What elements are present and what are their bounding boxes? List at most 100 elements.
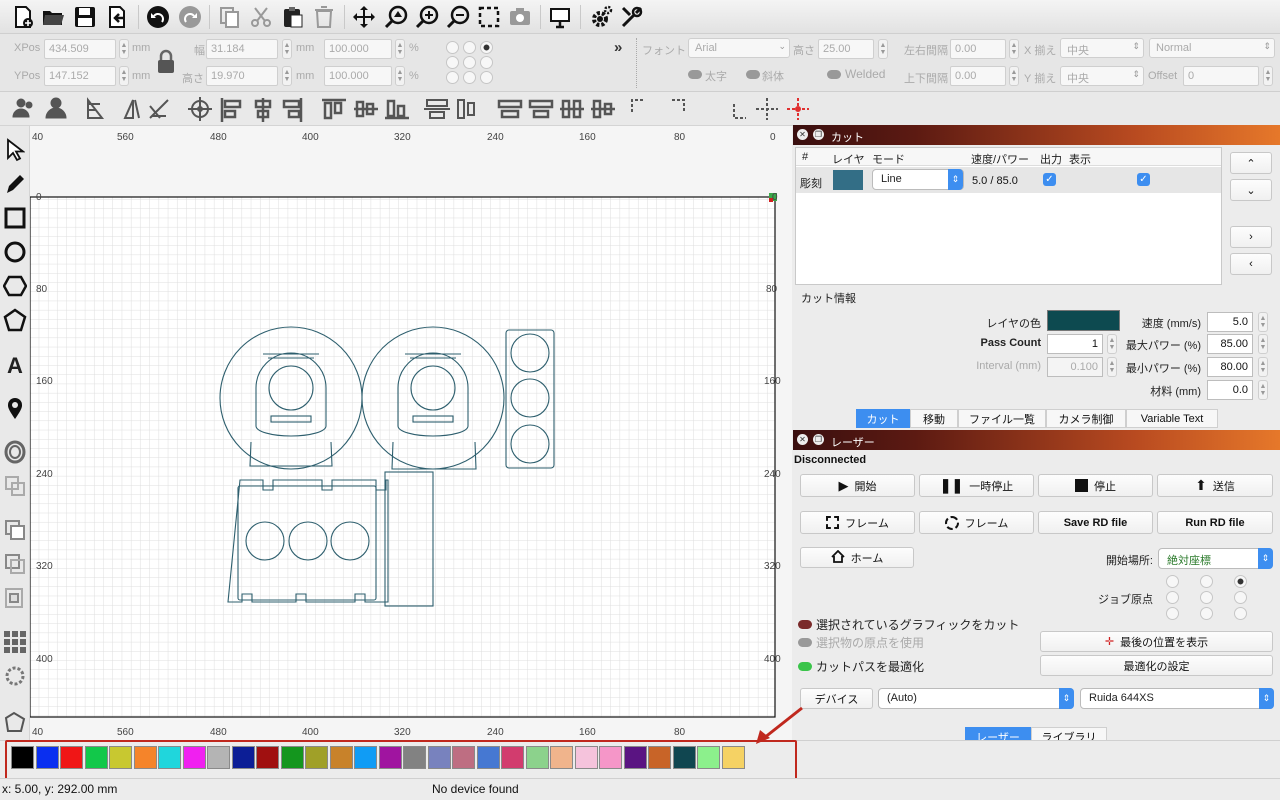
settings-gears-icon[interactable] [588, 4, 614, 30]
zoom-in-icon[interactable] [414, 4, 440, 30]
min-power-stepper[interactable]: ▲ ▼ [1258, 357, 1268, 377]
tab-move[interactable]: 移動 [910, 409, 958, 428]
show-last-position-button[interactable]: ✛ 最後の位置を表示 [1040, 631, 1273, 652]
font-height-stepper[interactable]: ▲ ▼ [878, 39, 888, 59]
circular-array-icon[interactable] [2, 662, 28, 690]
layer-right-button[interactable]: › [1230, 226, 1272, 248]
palette-color-swatch[interactable] [427, 746, 451, 769]
scale-width-field[interactable]: 100.000 [324, 39, 392, 59]
palette-color-swatch[interactable] [35, 746, 59, 769]
polygon-tool-icon[interactable] [2, 272, 28, 300]
move-icon[interactable] [351, 4, 377, 30]
palette-color-swatch[interactable] [256, 746, 279, 769]
interval-field[interactable]: 0.100 [1047, 357, 1103, 377]
palette-color-swatch[interactable] [697, 746, 720, 769]
welded-toggle[interactable] [827, 70, 841, 79]
palette-color-swatch[interactable] [378, 746, 402, 769]
palette-color-swatch[interactable] [84, 746, 108, 769]
palette-color-swatch[interactable] [672, 746, 696, 769]
job-origin-tr[interactable] [1234, 575, 1247, 588]
palette-color-swatch[interactable] [574, 746, 598, 769]
output-checkbox[interactable]: ✓ [1043, 173, 1056, 186]
vspace-stepper[interactable]: ▲ ▼ [1009, 66, 1019, 86]
palette-color-swatch[interactable] [623, 746, 647, 769]
palette-color-swatch[interactable] [550, 746, 573, 769]
boolean-union-icon[interactable] [2, 516, 28, 544]
weld-icon[interactable] [2, 472, 28, 500]
device-model-select[interactable]: Ruida 644XS ⇕ [1080, 688, 1274, 709]
max-power-stepper[interactable]: ▲ ▼ [1258, 334, 1268, 354]
font-height-field[interactable]: 25.00 [818, 39, 874, 59]
width-field[interactable]: 31.184 [206, 39, 278, 59]
palette-color-swatch[interactable] [231, 746, 255, 769]
palette-color-swatch[interactable] [721, 746, 745, 769]
job-origin-tc[interactable] [1200, 575, 1213, 588]
position-pin-icon[interactable] [2, 394, 28, 422]
ellipse-tool-icon[interactable] [2, 238, 28, 266]
italic-toggle[interactable] [746, 70, 760, 79]
monitor-icon[interactable] [547, 4, 573, 30]
anchor-top-center[interactable] [463, 41, 476, 54]
palette-color-swatch[interactable] [452, 746, 475, 769]
palette-color-swatch[interactable] [354, 746, 377, 769]
anchor-bottom-center[interactable] [463, 71, 476, 84]
node-edit-icon[interactable] [2, 708, 28, 736]
send-button[interactable]: ⬆ 送信 [1157, 474, 1273, 497]
offset-shape-icon[interactable] [2, 438, 28, 466]
lock-ratio-icon[interactable] [154, 48, 178, 76]
xpos-field[interactable]: 434.509 [44, 39, 116, 59]
layer-color-box[interactable] [1047, 310, 1120, 331]
frame-rect-button[interactable]: フレーム [800, 511, 915, 534]
cut-scissors-icon[interactable] [248, 4, 274, 30]
speed-field[interactable]: 5.0 [1207, 312, 1253, 332]
yalign-select[interactable]: 中央 ⇕ [1060, 66, 1144, 86]
material-stepper[interactable]: ▲ ▼ [1258, 380, 1268, 400]
xalign-select[interactable]: 中央 ⇕ [1060, 38, 1144, 58]
layer-left-button[interactable]: ‹ [1230, 253, 1272, 275]
offset-field[interactable]: 0 [1183, 66, 1259, 86]
job-origin-bl[interactable] [1166, 607, 1179, 620]
ypos-stepper[interactable]: ▲ ▼ [119, 66, 129, 86]
palette-color-swatch[interactable] [476, 746, 500, 769]
speed-stepper[interactable]: ▲ ▼ [1258, 312, 1268, 332]
palette-color-swatch[interactable] [133, 746, 157, 769]
anchor-mid-left[interactable] [446, 56, 459, 69]
close-icon[interactable]: ✕ [797, 434, 808, 445]
palette-color-swatch[interactable] [182, 746, 206, 769]
job-origin-c[interactable] [1200, 591, 1213, 604]
select-arrow-icon[interactable] [2, 136, 28, 164]
start-button[interactable]: ▶ 開始 [800, 474, 915, 497]
zoom-out-icon[interactable] [445, 4, 471, 30]
open-folder-icon[interactable] [40, 4, 66, 30]
layer-color-swatch[interactable] [833, 170, 863, 190]
layer-up-button[interactable]: ⌃ [1230, 152, 1272, 174]
design-canvas[interactable]: 40 560 480 400 320 240 160 80 0 40 560 4… [30, 126, 792, 740]
pause-button[interactable]: ❚❚ 一時停止 [919, 474, 1034, 497]
max-power-field[interactable]: 85.00 [1207, 334, 1253, 354]
delete-icon[interactable] [311, 4, 337, 30]
palette-color-swatch[interactable] [599, 746, 622, 769]
height-stepper[interactable]: ▲ ▼ [282, 66, 292, 86]
palette-color-swatch[interactable] [280, 746, 304, 769]
new-file-icon[interactable] [10, 4, 36, 30]
job-origin-bc[interactable] [1200, 607, 1213, 620]
palette-color-swatch[interactable] [403, 746, 426, 769]
show-checkbox[interactable]: ✓ [1137, 173, 1150, 186]
palette-color-swatch[interactable] [11, 746, 34, 769]
use-origin-toggle[interactable] [798, 638, 812, 647]
stop-button[interactable]: 停止 [1038, 474, 1153, 497]
job-origin-mr[interactable] [1234, 591, 1247, 604]
optimize-toggle[interactable] [798, 662, 812, 671]
frame-round-button[interactable]: フレーム [919, 511, 1034, 534]
job-origin-tl[interactable] [1166, 575, 1179, 588]
anchor-mid-right[interactable] [480, 56, 493, 69]
pen-draw-icon[interactable] [2, 170, 28, 198]
copy-icon[interactable] [217, 4, 243, 30]
start-from-select[interactable]: 絶対座標 ⇕ [1158, 548, 1273, 569]
palette-color-swatch[interactable] [648, 746, 671, 769]
zoom-selection-icon[interactable] [476, 4, 502, 30]
device-port-select[interactable]: (Auto) ⇕ [878, 688, 1074, 709]
home-button[interactable]: ホーム [800, 547, 914, 568]
scale-height-stepper[interactable]: ▲ ▼ [395, 66, 405, 86]
palette-color-swatch[interactable] [207, 746, 230, 769]
